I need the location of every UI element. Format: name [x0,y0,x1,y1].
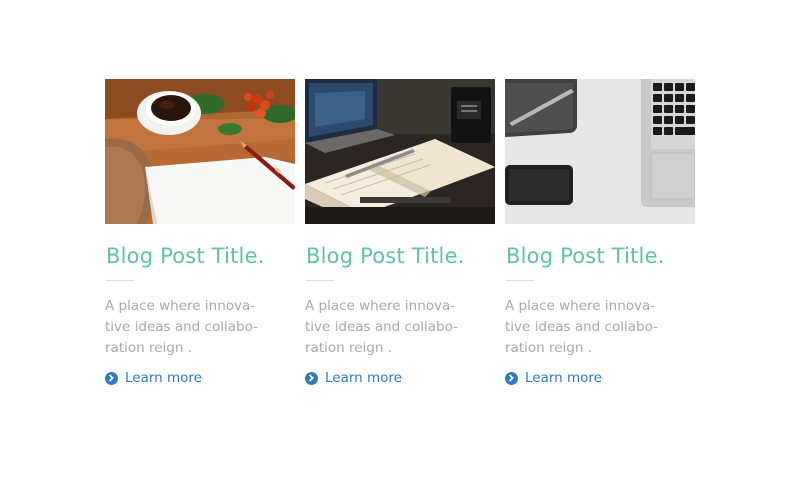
learn-more-link[interactable]: Learn more [105,370,295,386]
learn-more-label[interactable]: Learn more [325,370,402,386]
excerpt-line: A place where innova- [105,298,256,314]
excerpt-line: A place where innova- [505,298,656,314]
post-excerpt: A place where innova- tive ideas and col… [105,296,265,359]
chevron-circle-right-icon [105,371,118,385]
learn-more-label[interactable]: Learn more [525,370,602,386]
learn-more-link[interactable]: Learn more [305,370,495,386]
blog-post-card: Blog Post Title. A place where innova- t… [305,79,495,386]
title-divider [106,280,134,281]
learn-more-label[interactable]: Learn more [125,370,202,386]
excerpt-line: ration reign . [105,340,192,356]
title-divider [306,280,334,281]
blog-post-card: Blog Post Title. A place where innova- t… [105,79,295,386]
post-title[interactable]: Blog Post Title. [306,243,495,269]
post-title[interactable]: Blog Post Title. [506,243,695,269]
excerpt-line: ration reign . [505,340,592,356]
post-image-open-notebook[interactable] [305,79,495,224]
chevron-circle-right-icon [305,371,318,385]
blog-post-card: Blog Post Title. A place where innova- t… [505,79,695,386]
excerpt-line: A place where innova- [305,298,456,314]
post-image-laptop-phone[interactable] [505,79,695,224]
learn-more-link[interactable]: Learn more [505,370,695,386]
excerpt-line: tive ideas and collabo- [305,319,458,335]
post-excerpt: A place where innova- tive ideas and col… [305,296,465,359]
post-image-coffee-notepad[interactable] [105,79,295,224]
title-divider [506,280,534,281]
excerpt-line: ration reign . [305,340,392,356]
post-excerpt: A place where innova- tive ideas and col… [505,296,665,359]
chevron-circle-right-icon [505,371,518,385]
post-title[interactable]: Blog Post Title. [106,243,295,269]
excerpt-line: tive ideas and collabo- [505,319,658,335]
excerpt-line: tive ideas and collabo- [105,319,258,335]
blog-post-grid: Blog Post Title. A place where innova- t… [105,79,695,386]
